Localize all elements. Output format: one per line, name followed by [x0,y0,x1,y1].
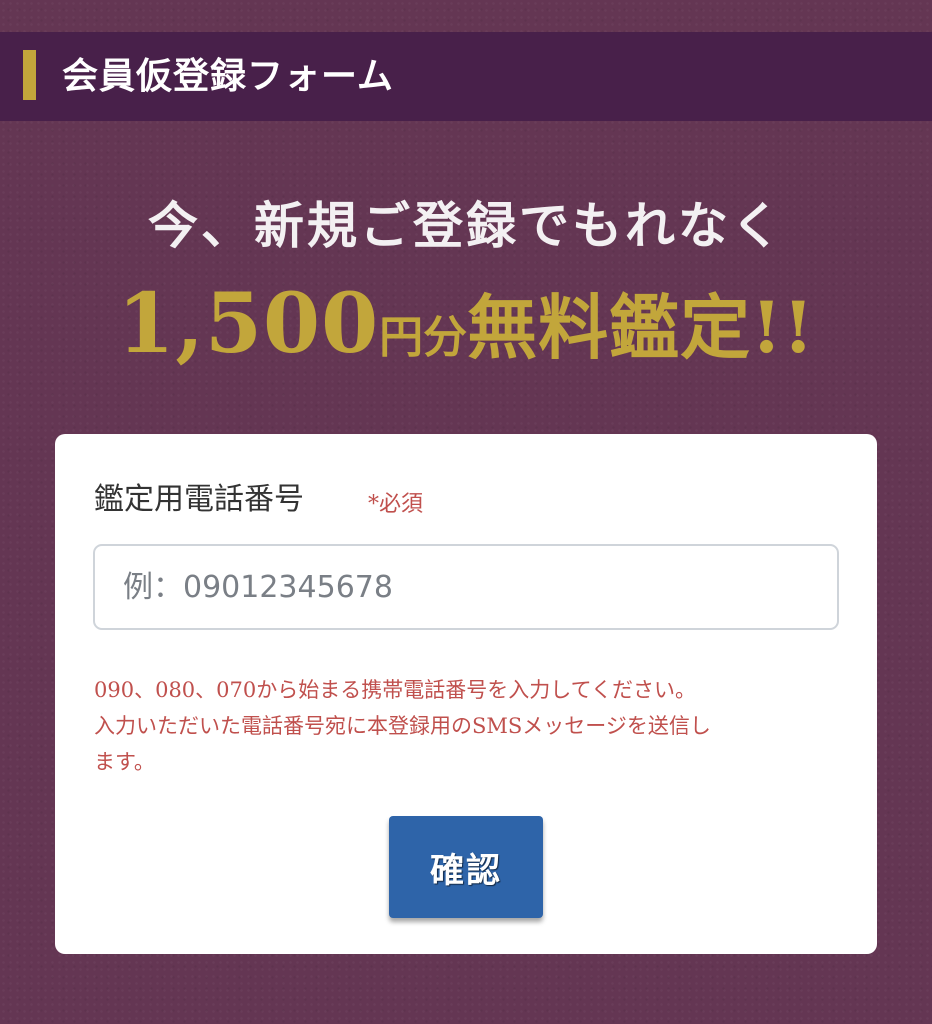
confirm-button[interactable]: 確認 [389,816,543,918]
header-accent-bar [23,50,36,100]
offer-text: 無料鑑定!! [467,286,815,369]
promo-offer: 1,500円分無料鑑定!! [0,276,932,395]
phone-help-note-line: ます。 [94,750,155,774]
form-title: 会員仮登録フォーム [62,55,394,97]
phone-help-note-line: 入力いただいた電話番号宛に本登録用のSMSメッセージを送信し [94,714,711,738]
registration-form-card: 鑑定用電話番号 *必須 090、080、070から始まる携帯電話番号を入力してく… [55,434,877,954]
phone-help-note-line: 090、080、070から始まる携帯電話番号を入力してください。 [94,678,696,702]
offer-unit: 円分 [379,312,468,363]
phone-number-input[interactable] [93,544,839,630]
required-badge: *必須 [368,492,424,517]
phone-help-note: 090、080、070から始まる携帯電話番号を入力してください。 入力いただいた… [94,672,854,780]
promo-headline: 今、新規ご登録でもれなく [148,196,784,255]
offer-amount: 1,500 [117,276,380,372]
form-header: 会員仮登録フォーム [0,32,932,121]
phone-field-label: 鑑定用電話番号 [94,482,304,517]
